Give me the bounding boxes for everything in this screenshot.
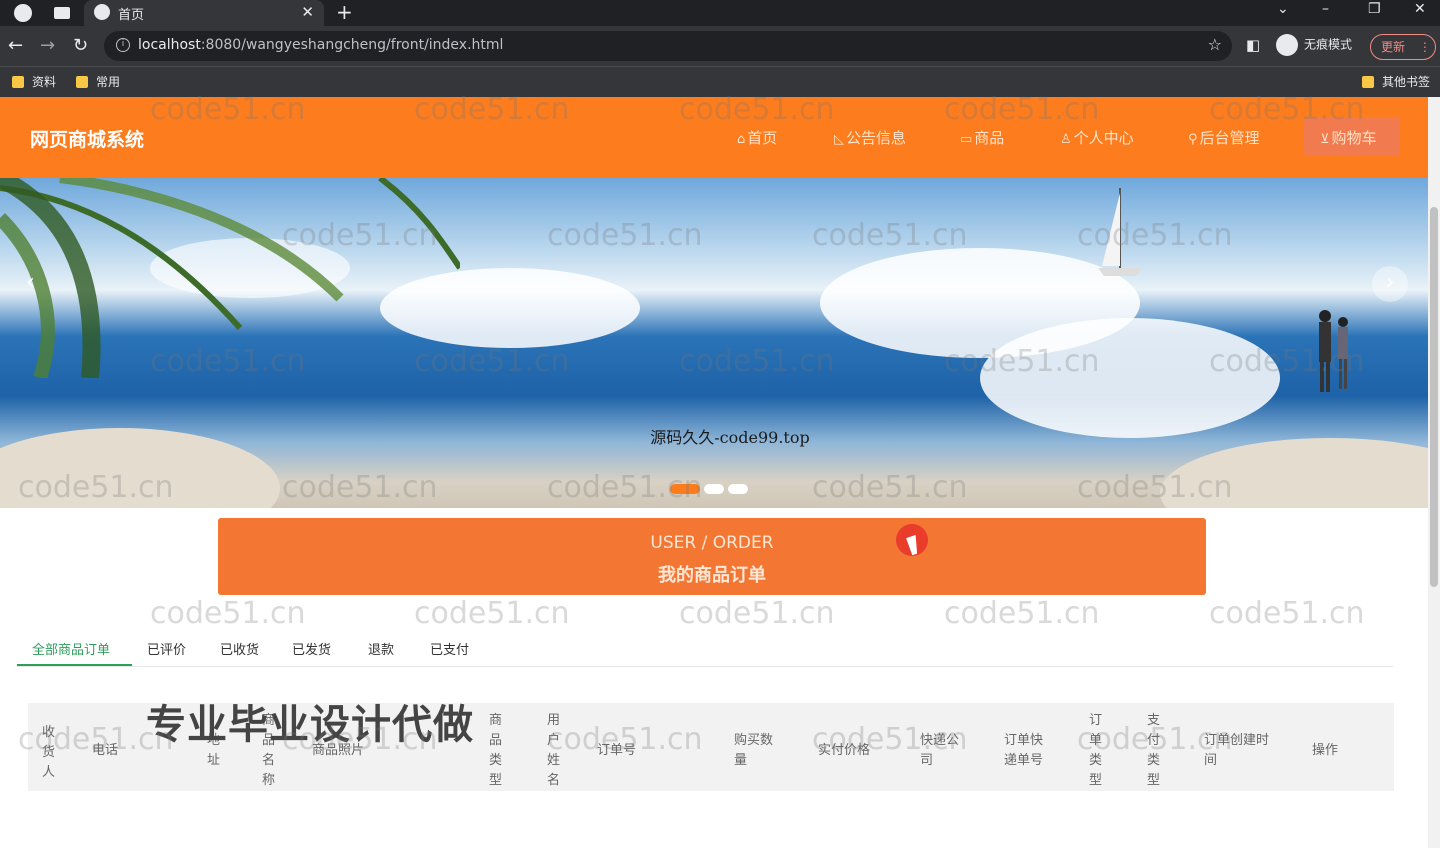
restore-icon[interactable]: ❐ [1368, 1, 1381, 17]
tab-title: 首页 [118, 8, 145, 23]
th-quantity: 购买数量 [734, 733, 774, 768]
watermark: code51.cn [414, 92, 570, 127]
watermark: code51.cn [282, 722, 438, 757]
browser-toolbar: ← → ↻ i localhost:8080/wangyeshangcheng/… [0, 26, 1440, 66]
tab-received[interactable]: 已收货 [220, 639, 259, 658]
url-text: localhost:8080/wangyeshangcheng/front/in… [138, 37, 504, 53]
watermark: code51.cn [282, 218, 438, 253]
active-tab-underline [17, 664, 132, 666]
watermark: code51.cn [679, 92, 835, 127]
order-status-tabs: 全部商品订单 已评价 已收货 已发货 退款 已支付 [17, 630, 1393, 667]
folder-icon [76, 76, 88, 88]
carousel-next-icon[interactable]: › [1372, 266, 1408, 302]
tab-close-icon[interactable]: ✕ [301, 3, 314, 21]
watermark: code51.cn [679, 596, 835, 631]
th-product-type: 商品类型 [489, 713, 503, 788]
announce-icon: ◺ [834, 132, 844, 147]
watermark: code51.cn [1077, 218, 1233, 253]
carousel-dot-3[interactable] [728, 484, 748, 494]
watermark: code51.cn [18, 470, 174, 505]
watermark: code51.cn [282, 470, 438, 505]
nav-personal-center[interactable]: ♙ 个人中心 [1060, 127, 1134, 148]
browser-tab-bar: 首页 ✕ + ⌄ – ❐ ✕ [0, 0, 1440, 26]
cart-icon: ⊻ [1320, 132, 1330, 147]
tab-list-chevron-icon[interactable]: ⌄ [1277, 1, 1289, 17]
th-tracking-number: 订单快递单号 [1004, 733, 1044, 768]
tab-reviewed[interactable]: 已评价 [147, 639, 186, 658]
tab-all-orders[interactable]: 全部商品订单 [32, 639, 110, 658]
address-bar[interactable]: i localhost:8080/wangyeshangcheng/front/… [104, 31, 1232, 61]
banner-caption: 源码久久-code99.top [650, 428, 810, 447]
watermark: code51.cn [812, 470, 968, 505]
watermark: code51.cn [150, 596, 306, 631]
incognito-indicator[interactable]: 无痕模式 [1276, 34, 1352, 56]
folder-icon [1362, 76, 1374, 88]
watermark: code51.cn [1209, 596, 1365, 631]
site-title[interactable]: 网页商城系统 [30, 125, 144, 152]
watermark: code51.cn [1077, 722, 1233, 757]
watermark: code51.cn [547, 218, 703, 253]
section-title-cn: 我的商品订单 [658, 565, 766, 586]
page-scrollbar[interactable] [1428, 97, 1440, 848]
watermark: code51.cn [812, 218, 968, 253]
close-window-icon[interactable]: ✕ [1414, 1, 1426, 17]
sidebar-icon[interactable]: ◧ [1246, 36, 1260, 54]
watermark: code51.cn [150, 344, 306, 379]
home-icon: ⌂ [737, 132, 746, 147]
tab-shipped[interactable]: 已发货 [292, 639, 331, 658]
watermark: code51.cn [414, 596, 570, 631]
carousel-prev-icon[interactable]: ‹ [26, 270, 35, 295]
watermark: code51.cn [1209, 344, 1365, 379]
nav-home[interactable]: ⌂ 首页 [737, 127, 777, 148]
tab-search-icon[interactable] [54, 7, 70, 19]
watermark: code51.cn [679, 344, 835, 379]
scrollbar-thumb[interactable] [1430, 207, 1438, 587]
nav-admin[interactable]: ⚲ 后台管理 [1188, 127, 1260, 148]
nav-products[interactable]: ▭ 商品 [960, 127, 1004, 148]
th-actions: 操作 [1312, 743, 1339, 758]
watermark: code51.cn [547, 470, 703, 505]
watermark: code51.cn [944, 92, 1100, 127]
bookmark-folder-ziliao[interactable]: 资料 [12, 73, 56, 90]
watermark: code51.cn [1077, 470, 1233, 505]
globe-icon [94, 4, 110, 20]
section-title-bar: USER / ORDER 我的商品订单 [218, 518, 1206, 595]
watermark: code51.cn [414, 344, 570, 379]
nav-announcements[interactable]: ◺ 公告信息 [834, 127, 906, 148]
minimize-icon[interactable]: – [1322, 1, 1329, 17]
watermark: code51.cn [18, 722, 174, 757]
user-icon: ♙ [1060, 132, 1072, 147]
reload-icon[interactable]: ↻ [73, 35, 88, 56]
shop-icon: ▭ [960, 132, 973, 147]
bookmark-star-icon[interactable]: ☆ [1208, 35, 1222, 54]
tab-paid[interactable]: 已支付 [430, 639, 469, 658]
carousel-dot-2[interactable] [704, 484, 724, 494]
watermark: code51.cn [812, 722, 968, 757]
watermark: code51.cn [944, 596, 1100, 631]
browser-tab-home[interactable]: 首页 ✕ [84, 0, 324, 26]
new-tab-icon[interactable]: + [336, 0, 353, 24]
back-icon[interactable]: ← [8, 35, 23, 56]
tab-refund[interactable]: 退款 [368, 639, 394, 658]
forward-icon[interactable]: → [40, 35, 55, 56]
link-icon: ⚲ [1188, 132, 1198, 147]
browser-menu-icon[interactable] [14, 4, 32, 22]
bookmark-folder-changyong[interactable]: 常用 [76, 73, 120, 90]
watermark: code51.cn [547, 722, 703, 757]
watermark: code51.cn [1209, 92, 1365, 127]
watermark: code51.cn [944, 344, 1100, 379]
other-bookmarks[interactable]: 其他书签 [1362, 73, 1430, 90]
section-title-en: USER / ORDER [650, 533, 774, 553]
folder-icon [12, 76, 24, 88]
site-info-icon[interactable]: i [116, 38, 130, 52]
update-button[interactable]: 更新 ⋮ [1370, 34, 1436, 60]
more-menu-icon: ⋮ [1418, 40, 1431, 54]
watermark: code51.cn [150, 92, 306, 127]
incognito-icon [1276, 34, 1298, 56]
